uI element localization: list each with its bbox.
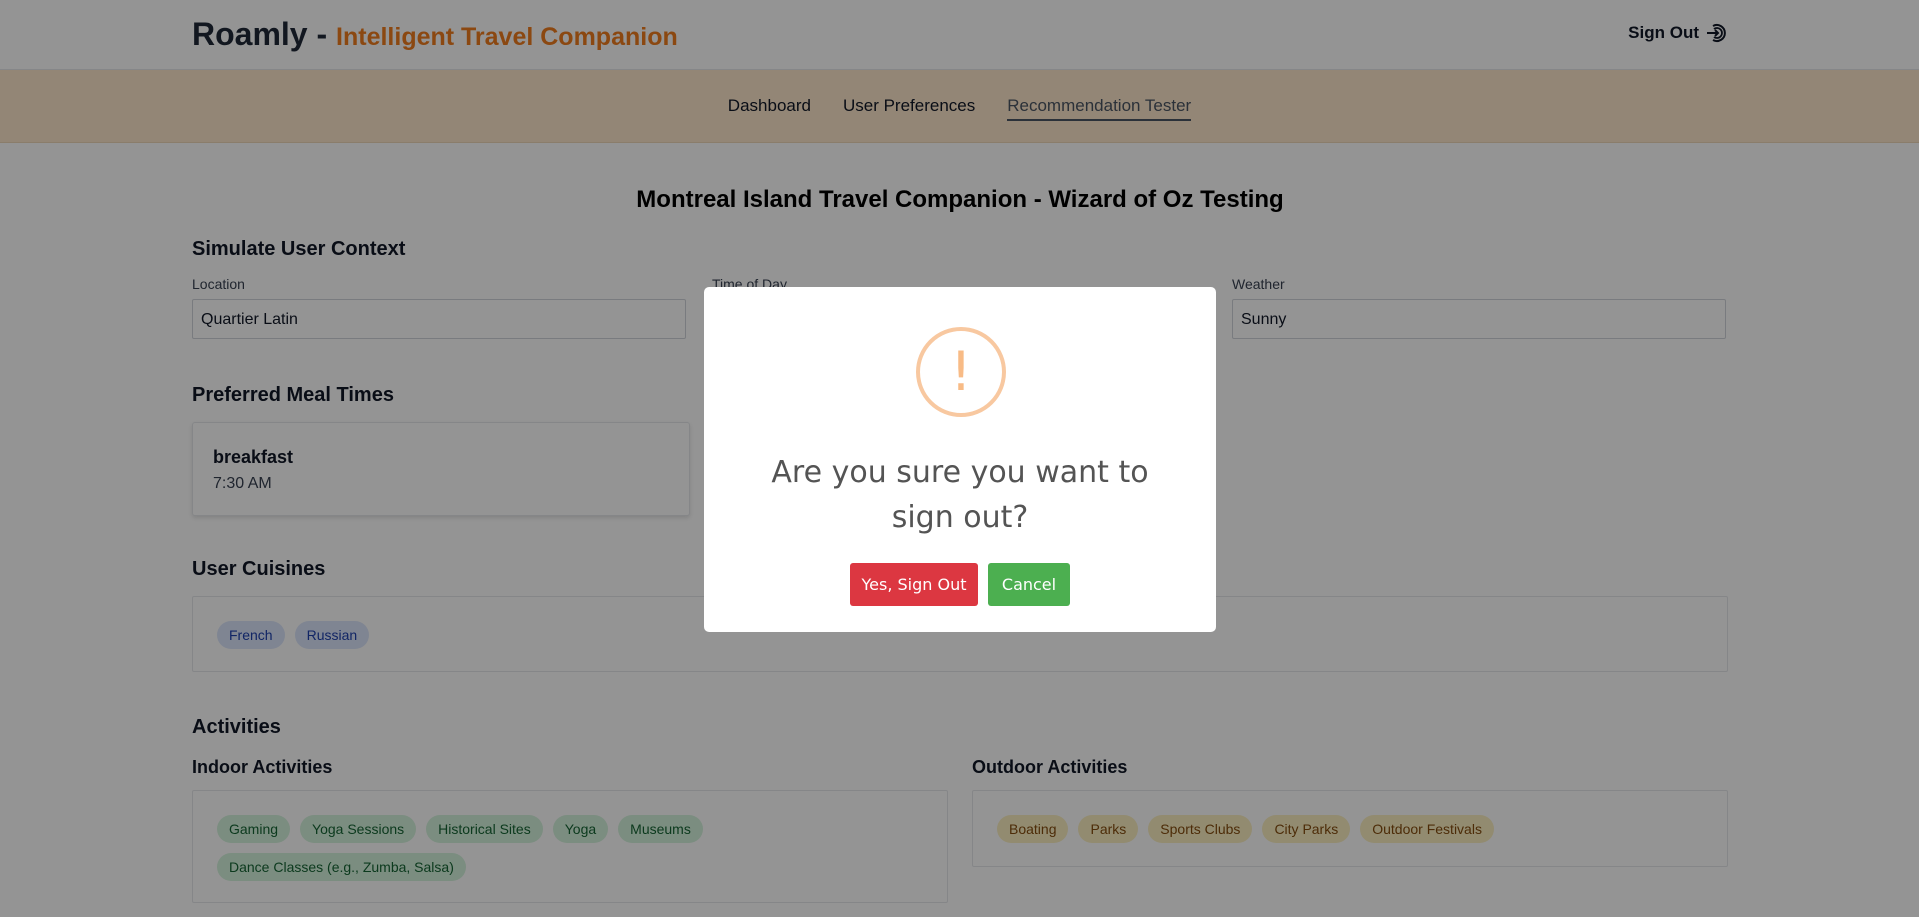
confirm-sign-out-button[interactable]: Yes, Sign Out: [850, 563, 978, 606]
cancel-button[interactable]: Cancel: [988, 563, 1070, 606]
warning-icon: !: [916, 327, 1006, 417]
dialog-message: Are you sure you want to sign out?: [771, 455, 1149, 535]
sign-out-confirm-dialog: ! Are you sure you want to sign out? Yes…: [704, 287, 1216, 632]
